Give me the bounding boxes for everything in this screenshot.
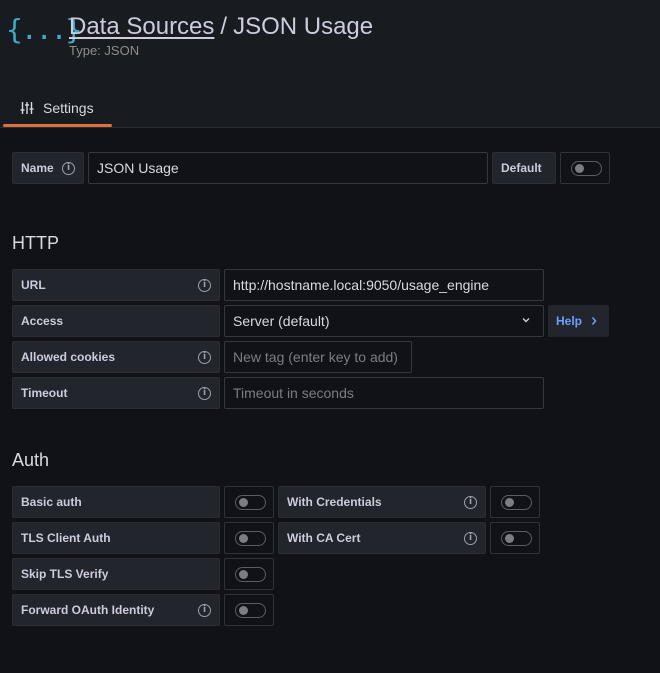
url-info-icon[interactable]: i [198, 279, 211, 292]
with-credentials-toggle-knob [505, 498, 514, 507]
json-datasource-logo: {...} [6, 13, 82, 46]
tls-client-auth-label: TLS Client Auth [12, 522, 220, 554]
http-section-title: HTTP [12, 233, 59, 253]
with-credentials-label-text: With Credentials [287, 495, 382, 509]
forward-oauth-toggle-box [224, 594, 274, 626]
timeout-info-icon[interactable]: i [198, 387, 211, 400]
access-label-text: Access [21, 314, 64, 328]
with-ca-cert-toggle-knob [505, 534, 514, 543]
forward-oauth-label-text: Forward OAuth Identity [21, 603, 155, 617]
default-toggle-box [560, 152, 610, 184]
tls-client-auth-toggle-box [224, 522, 274, 554]
help-button[interactable]: Help [548, 305, 609, 337]
skip-tls-verify-toggle-knob [239, 570, 248, 579]
skip-tls-verify-toggle-box [224, 558, 274, 590]
timeout-input[interactable]: Timeout in seconds [224, 377, 544, 409]
page-header: {...} Data Sources / JSON Usage Type: JSON… [0, 0, 660, 128]
with-ca-cert-label-text: With CA Cert [287, 531, 361, 545]
timeout-label: Timeout i [12, 377, 220, 409]
default-toggle[interactable] [571, 161, 602, 176]
name-label-text: Name [21, 161, 54, 175]
tab-settings-label: Settings [43, 100, 94, 116]
with-credentials-toggle[interactable] [501, 495, 532, 510]
tls-client-auth-toggle[interactable] [235, 531, 266, 546]
allowed-cookies-label: Allowed cookies i [12, 341, 220, 373]
allowed-cookies-input[interactable]: New tag (enter key to add) [224, 341, 412, 373]
with-ca-cert-toggle-box [490, 522, 540, 554]
with-credentials-label: With Credentials i [278, 486, 486, 518]
allowed-cookies-label-text: Allowed cookies [21, 350, 116, 364]
skip-tls-verify-label: Skip TLS Verify [12, 558, 220, 590]
access-select[interactable]: Server (default) [224, 305, 544, 337]
timeout-label-text: Timeout [21, 386, 68, 400]
skip-tls-verify-toggle[interactable] [235, 567, 266, 582]
breadcrumb-separator: / [220, 13, 228, 40]
breadcrumb-data-sources[interactable]: Data Sources [69, 13, 214, 40]
datasource-title: JSON Usage [233, 13, 374, 40]
with-credentials-toggle-box [490, 486, 540, 518]
access-select-value: Server (default) [233, 313, 330, 329]
name-label: Name i [12, 152, 84, 184]
forward-oauth-info-icon[interactable]: i [198, 604, 211, 617]
name-info-icon[interactable]: i [62, 162, 75, 175]
auth-section-title: Auth [12, 450, 50, 470]
basic-auth-toggle-box [224, 486, 274, 518]
access-label: Access [12, 305, 220, 337]
default-label: Default [492, 152, 556, 184]
basic-auth-toggle-knob [239, 498, 248, 507]
sliders-icon [20, 102, 34, 114]
basic-auth-toggle[interactable] [235, 495, 266, 510]
url-label-text: URL [21, 278, 46, 292]
tab-settings[interactable]: Settings [3, 92, 112, 127]
basic-auth-label: Basic auth [12, 486, 220, 518]
with-credentials-info-icon[interactable]: i [464, 496, 477, 509]
name-input[interactable]: JSON Usage [88, 152, 488, 184]
with-ca-cert-label: With CA Cert i [278, 522, 486, 554]
with-ca-cert-info-icon[interactable]: i [464, 532, 477, 545]
with-ca-cert-toggle[interactable] [501, 531, 532, 546]
datasource-type: Type: JSON [69, 43, 140, 58]
chevron-down-icon [522, 318, 530, 323]
page-title: Data Sources / JSON Usage [69, 12, 373, 42]
url-input[interactable]: http://hostname.local:9050/usage_engine [224, 269, 544, 301]
default-toggle-knob [575, 164, 584, 173]
forward-oauth-toggle-knob [239, 606, 248, 615]
active-tab-indicator [3, 124, 112, 127]
forward-oauth-label: Forward OAuth Identity i [12, 594, 220, 626]
tls-client-auth-toggle-knob [239, 534, 248, 543]
forward-oauth-toggle[interactable] [235, 603, 266, 618]
url-label: URL i [12, 269, 220, 301]
chevron-right-icon [591, 317, 597, 325]
allowed-cookies-info-icon[interactable]: i [198, 351, 211, 364]
help-button-label: Help [556, 314, 583, 328]
